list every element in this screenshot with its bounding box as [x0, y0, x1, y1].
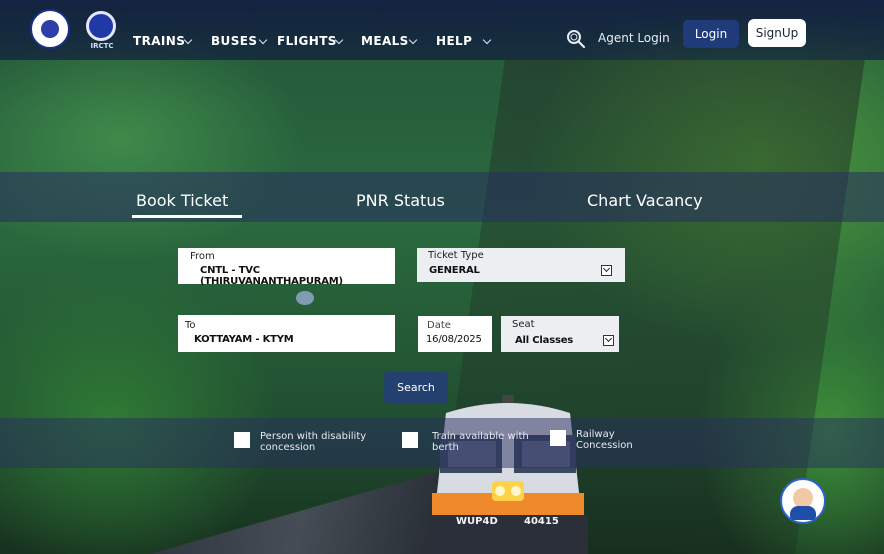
swap-stations-icon[interactable] — [296, 291, 314, 305]
chevron-down-icon — [603, 335, 614, 346]
disability-line-2: concession — [260, 442, 316, 453]
nav-meals[interactable]: MEALS — [361, 34, 409, 48]
date-label: Date — [427, 320, 451, 331]
chevron-down-icon — [601, 265, 612, 276]
indian-railways-logo[interactable] — [30, 9, 70, 49]
tab-chart-vacancy[interactable]: Chart Vacancy — [587, 191, 703, 210]
chatbot-face — [793, 488, 813, 508]
agent-login-link[interactable]: Agent Login — [598, 31, 670, 45]
ticket-type-label: Ticket Type — [428, 250, 484, 261]
signup-button[interactable]: SignUp — [748, 19, 806, 47]
login-button[interactable]: Login — [683, 20, 739, 48]
tab-pnr-status[interactable]: PNR Status — [356, 191, 445, 210]
disability-line-1: Person with disability — [260, 431, 367, 442]
nav-help[interactable]: HELP — [436, 34, 472, 48]
railway-concession-label: Railway Concession — [576, 429, 633, 451]
berth-available-label: Train available with berth — [432, 431, 529, 453]
chatbot-body — [790, 506, 816, 520]
from-label: From — [190, 251, 215, 262]
loco-number: 40415 — [524, 516, 559, 527]
disability-concession-label: Person with disability concession — [260, 431, 366, 453]
tab-book-ticket[interactable]: Book Ticket — [136, 191, 228, 210]
to-value: KOTTAYAM - KTYM — [194, 334, 294, 345]
date-value: 16/08/2025 — [426, 334, 482, 345]
active-tab-indicator — [132, 215, 242, 218]
seat-class-select[interactable]: Seat All Classes — [501, 316, 619, 352]
date-field[interactable]: Date 16/08/2025 — [418, 316, 492, 352]
irctc-logo-mark — [86, 11, 116, 41]
loco-code: WUP4D — [456, 516, 498, 527]
to-label: To — [185, 320, 196, 331]
irctc-logo-caption: IRCTC — [90, 42, 114, 50]
disability-concession-checkbox[interactable] — [234, 432, 250, 448]
berth-line-2: berth — [432, 442, 459, 453]
nav-trains[interactable]: TRAINS — [133, 34, 185, 48]
to-station-field[interactable]: To KOTTAYAM - KTYM — [178, 315, 395, 352]
irctc-logo[interactable]: IRCTC — [84, 9, 120, 50]
nav-buses[interactable]: BUSES — [211, 34, 257, 48]
from-station-field[interactable]: From CNTL - TVC (THIRUVANANTHAPURAM) — [178, 248, 395, 287]
search-icon[interactable] — [566, 29, 586, 49]
ticket-type-select[interactable]: Ticket Type GENERAL — [417, 248, 625, 282]
chatbot-assistant-icon[interactable] — [780, 478, 826, 524]
ticket-type-value: GENERAL — [429, 265, 480, 276]
berth-line-1: Train available with — [432, 431, 529, 442]
railway-concession-checkbox[interactable] — [550, 430, 566, 446]
from-value: CNTL - TVC (THIRUVANANTHAPURAM) — [200, 265, 343, 287]
railway-line-2: Concession — [576, 440, 633, 451]
seat-value: All Classes — [515, 335, 574, 346]
railway-line-1: Railway — [576, 429, 615, 440]
seat-label: Seat — [512, 319, 535, 330]
nav-flights[interactable]: FLIGHTS — [277, 34, 337, 48]
berth-available-checkbox[interactable] — [402, 432, 418, 448]
